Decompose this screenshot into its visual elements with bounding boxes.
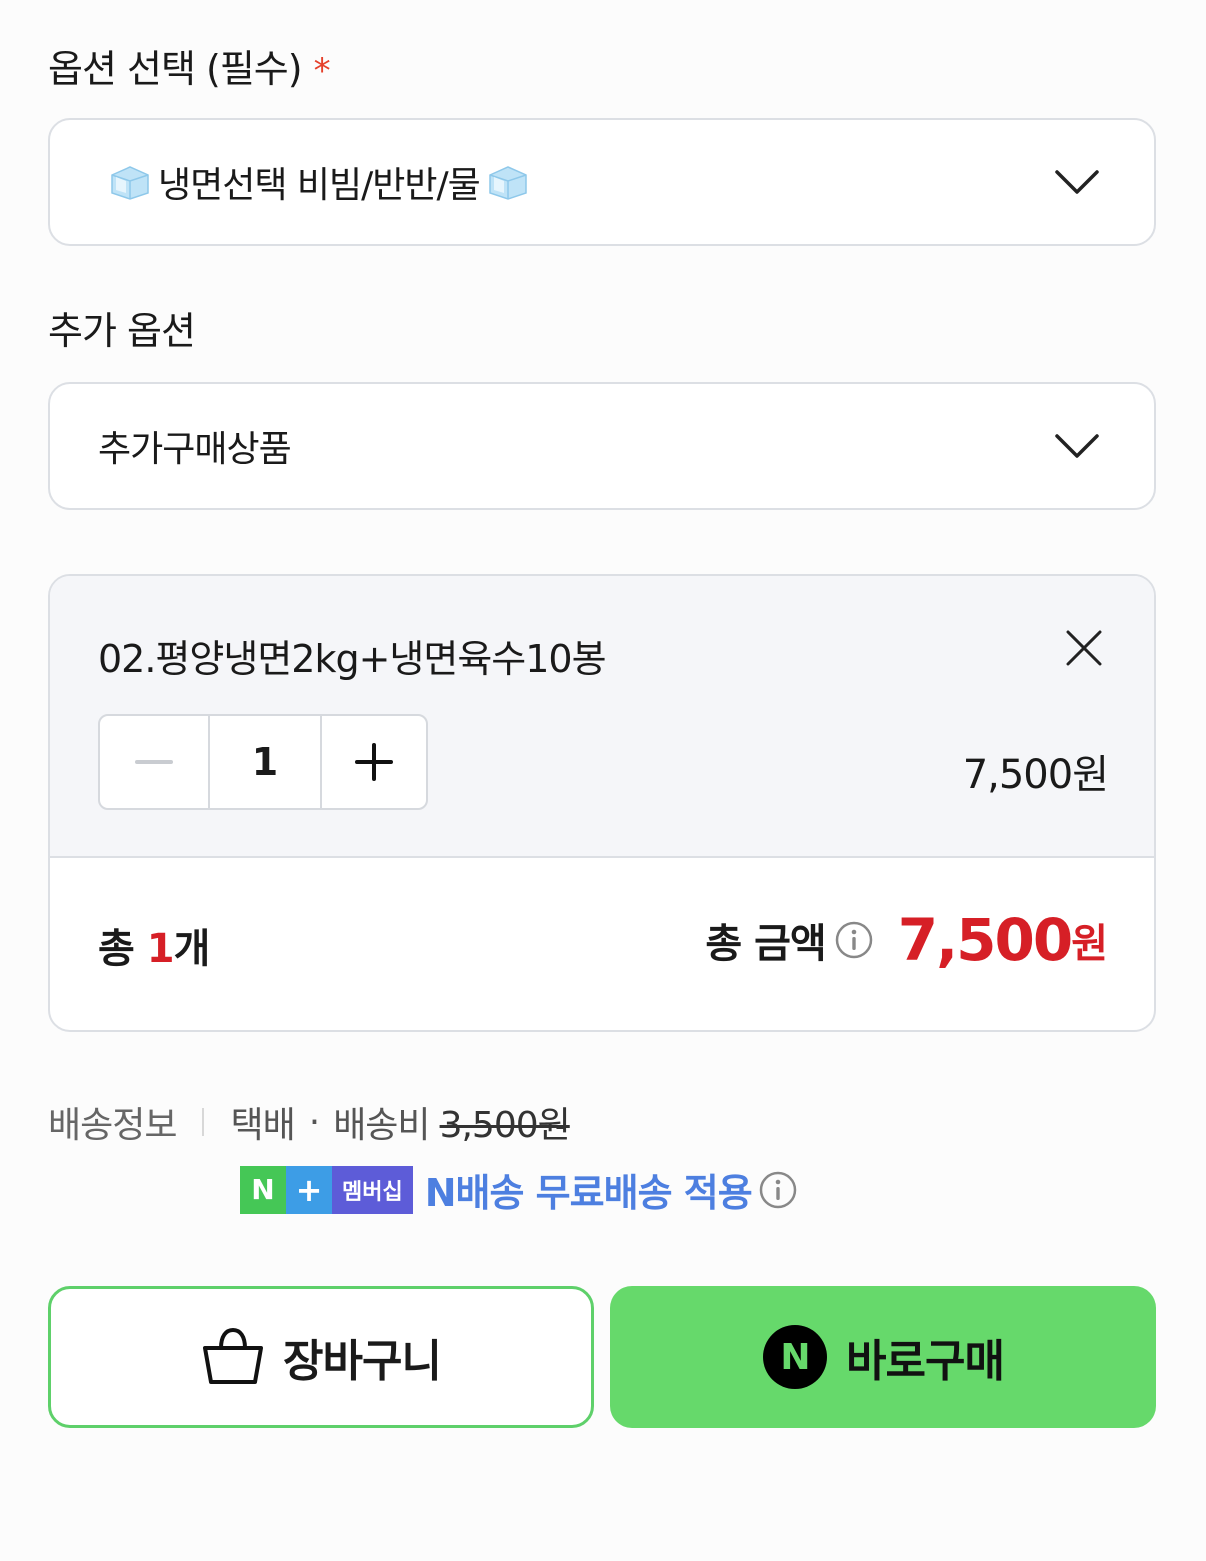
add-to-cart-label: 장바구니	[283, 1336, 442, 1387]
additional-option-title: 추가 옵션	[48, 309, 196, 353]
buy-now-label: 바로구매	[846, 1336, 1005, 1387]
membership-promo: N + 멤버십 N배송 무료배송 적용	[240, 1162, 798, 1217]
additional-option-text: 추가구매상품	[98, 429, 292, 470]
selected-item-price: 7,500원	[962, 752, 1109, 798]
required-option-select[interactable]: 냉면선택 비빔/반반/물	[48, 118, 1156, 246]
badge-membership: 멤버십	[332, 1165, 413, 1214]
quantity-stepper: 1	[98, 714, 428, 810]
total-count: 총 1개	[98, 916, 211, 974]
required-option-text: 냉면선택 비빔/반반/물	[158, 165, 481, 206]
required-option-label: 옵션 선택 (필수)	[48, 47, 303, 91]
total-amount-unit: 원	[1071, 921, 1108, 967]
ice-cube-icon	[489, 166, 527, 200]
total-amount: 총 금액 7,500 원	[705, 906, 1108, 974]
ice-cube-icon	[111, 166, 149, 200]
shipping-method: 택배	[230, 1105, 295, 1146]
shipping-fee-label: 배송비	[333, 1105, 430, 1146]
product-option-panel: 옵션 선택 (필수) * 냉면선택 비빔/반반/물 추가 옵션 추가구매상품 0…	[0, 0, 1206, 1561]
increase-quantity-button[interactable]	[322, 716, 426, 808]
info-icon[interactable]	[834, 920, 874, 960]
decrease-quantity-button[interactable]	[100, 716, 210, 808]
shipping-separator: ·	[308, 1101, 320, 1143]
required-option-value: 냉면선택 비빔/반반/물	[102, 156, 536, 208]
buy-now-button[interactable]: N 바로구매	[610, 1286, 1156, 1428]
shipping-fee-original: 3,500원	[439, 1105, 571, 1146]
total-count-prefix: 총	[98, 926, 147, 972]
shipping-label: 배송정보	[48, 1105, 177, 1146]
selected-item-panel: 02.평양냉면2kg+냉면육수10봉 1 7,500원 총 1개 총 금액 7,…	[48, 574, 1156, 1032]
shipping-info: 배송정보 택배 · 배송비 3,500원	[48, 1096, 571, 1148]
additional-option-select[interactable]: 추가구매상품	[48, 382, 1156, 510]
shopping-bag-icon	[203, 1327, 264, 1384]
total-count-suffix: 개	[173, 926, 211, 972]
naver-pay-logo-text: N	[780, 1337, 809, 1378]
total-count-value: 1	[146, 926, 175, 972]
quantity-value[interactable]: 1	[210, 716, 322, 808]
info-icon[interactable]	[758, 1170, 798, 1210]
chevron-down-icon	[1055, 170, 1099, 194]
badge-n: N	[240, 1165, 286, 1214]
naver-plus-membership-badge: N + 멤버십	[240, 1165, 413, 1214]
free-shipping-text: N배송 무료배송 적용	[424, 1171, 753, 1215]
badge-plus: +	[286, 1165, 332, 1214]
plus-icon	[355, 743, 393, 781]
close-icon[interactable]	[1064, 628, 1104, 668]
divider	[202, 1108, 205, 1136]
naver-pay-logo-icon: N	[763, 1325, 828, 1389]
chevron-down-icon	[1055, 434, 1099, 458]
required-option-title: 옵션 선택 (필수) *	[48, 38, 331, 93]
minus-icon	[135, 760, 173, 764]
total-amount-value: 7,500	[897, 906, 1073, 974]
selected-item-row: 02.평양냉면2kg+냉면육수10봉 1 7,500원	[50, 576, 1154, 858]
selected-item-name: 02.평양냉면2kg+냉면육수10봉	[98, 637, 607, 681]
add-to-cart-button[interactable]: 장바구니	[48, 1286, 594, 1428]
required-star: *	[313, 51, 331, 91]
total-amount-label: 총 금액	[705, 921, 826, 967]
